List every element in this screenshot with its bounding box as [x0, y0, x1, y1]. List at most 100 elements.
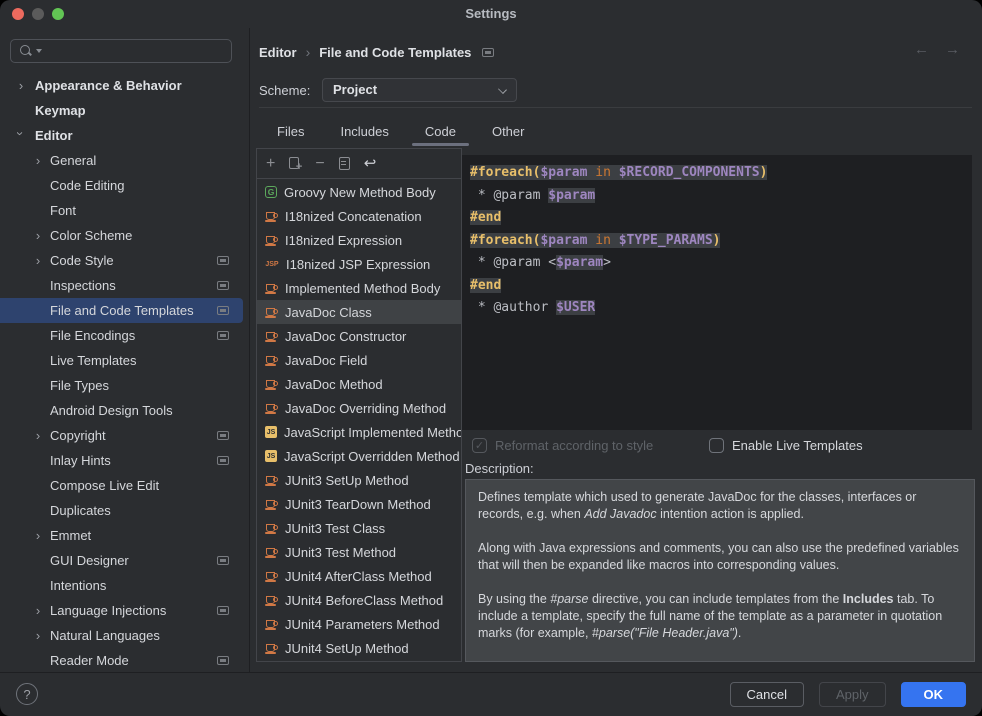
live-templates-checkbox[interactable] — [709, 438, 724, 453]
description-text: Along with Java expressions and comments… — [478, 541, 959, 572]
sidebar-item-intentions[interactable]: Intentions — [0, 573, 243, 598]
ok-button[interactable]: OK — [901, 682, 967, 707]
remove-template-icon[interactable]: − — [315, 156, 324, 172]
sidebar-item-label: GUI Designer — [0, 548, 243, 573]
close-window-button[interactable] — [12, 8, 24, 20]
reformat-option[interactable]: ✓ Reformat according to style — [472, 438, 653, 453]
sidebar-item-file-and-code-templates[interactable]: File and Code Templates — [0, 298, 243, 323]
sidebar-item-color-scheme[interactable]: ›Color Scheme — [0, 223, 243, 248]
forward-icon[interactable]: → — [945, 41, 960, 58]
sidebar-item-file-encodings[interactable]: File Encodings — [0, 323, 243, 348]
zoom-window-button[interactable] — [52, 8, 64, 20]
back-icon[interactable]: ← — [914, 41, 929, 58]
chevron-collapsed-icon[interactable]: › — [31, 223, 45, 248]
sidebar-item-reader-mode[interactable]: Reader Mode — [0, 648, 243, 672]
chevron-collapsed-icon[interactable]: › — [31, 148, 45, 173]
chevron-collapsed-icon[interactable]: › — [31, 598, 45, 623]
template-list-item-javadoc-constructor[interactable]: JavaDoc Constructor — [257, 324, 461, 348]
sidebar-item-code-style[interactable]: ›Code Style — [0, 248, 243, 273]
sidebar-item-copyright[interactable]: ›Copyright — [0, 423, 243, 448]
sidebar-item-label: Inspections — [0, 273, 243, 298]
template-code-editor[interactable]: #foreach($param in $RECORD_COMPONENTS) *… — [462, 155, 972, 430]
sidebar-item-code-editing[interactable]: Code Editing — [0, 173, 243, 198]
sidebar-item-live-templates[interactable]: Live Templates — [0, 348, 243, 373]
sidebar-item-label: Keymap — [0, 98, 243, 123]
sidebar-item-android-design-tools[interactable]: Android Design Tools — [0, 398, 243, 423]
sidebar-item-compose-live-edit[interactable]: Compose Live Edit — [0, 473, 243, 498]
template-list-item-junit3-test-class[interactable]: JUnit3 Test Class — [257, 516, 461, 540]
sidebar-item-font[interactable]: Font — [0, 198, 243, 223]
chevron-collapsed-icon[interactable]: › — [31, 248, 45, 273]
template-list-item-junit3-test-method[interactable]: JUnit3 Test Method — [257, 540, 461, 564]
copy-template-icon[interactable] — [339, 157, 350, 170]
chevron-collapsed-icon[interactable]: › — [31, 423, 45, 448]
sidebar-item-language-injections[interactable]: ›Language Injections — [0, 598, 243, 623]
sidebar-item-general[interactable]: ›General — [0, 148, 243, 173]
tab-files[interactable]: Files — [264, 119, 317, 145]
template-list-item-javadoc-method[interactable]: JavaDoc Method — [257, 372, 461, 396]
template-name: JavaDoc Constructor — [285, 329, 406, 344]
search-input[interactable] — [10, 39, 232, 63]
search-options-chevron-icon[interactable] — [36, 49, 42, 53]
groovy-file-icon: G — [265, 186, 277, 198]
tab-other[interactable]: Other — [479, 119, 538, 145]
code-token: #foreach( — [470, 165, 540, 180]
template-list-item-i18nized-jsp-expression[interactable]: JSPI18nized JSP Expression — [257, 252, 461, 276]
sidebar-item-appearance-behavior[interactable]: ›Appearance & Behavior — [0, 73, 243, 98]
java-saucer — [265, 628, 276, 630]
description-paragraph: Along with Java expressions and comments… — [478, 540, 962, 574]
code-token: $USER — [556, 300, 595, 315]
sidebar-item-file-types[interactable]: File Types — [0, 373, 243, 398]
template-list-item-javadoc-field[interactable]: JavaDoc Field — [257, 348, 461, 372]
window-title: Settings — [465, 6, 516, 21]
template-list-item-groovy-new-method-body[interactable]: GGroovy New Method Body — [257, 180, 461, 204]
sidebar-item-emmet[interactable]: ›Emmet — [0, 523, 243, 548]
template-list-item-junit4-parameters-method[interactable]: JUnit4 Parameters Method — [257, 612, 461, 636]
sidebar-item-label: Editor — [0, 123, 243, 148]
java-saucer — [265, 484, 276, 486]
chevron-collapsed-icon[interactable]: › — [31, 623, 45, 648]
template-list-item-junit3-teardown-method[interactable]: JUnit3 TearDown Method — [257, 492, 461, 516]
template-list-item-implemented-method-body[interactable]: Implemented Method Body — [257, 276, 461, 300]
sidebar-item-natural-languages[interactable]: ›Natural Languages — [0, 623, 243, 648]
sidebar-item-label: File and Code Templates — [0, 298, 243, 323]
template-name: Implemented Method Body — [285, 281, 440, 296]
sidebar-item-keymap[interactable]: Keymap — [0, 98, 243, 123]
add-template-icon[interactable]: + — [266, 156, 275, 172]
live-templates-option[interactable]: Enable Live Templates — [709, 438, 863, 453]
template-list-item-javascript-overridden-method[interactable]: JSJavaScript Overridden Method — [257, 444, 461, 468]
java-saucer — [265, 388, 276, 390]
create-child-template-icon[interactable] — [289, 157, 301, 170]
sidebar-item-gui-designer[interactable]: GUI Designer — [0, 548, 243, 573]
sidebar-item-inlay-hints[interactable]: Inlay Hints — [0, 448, 243, 473]
scheme-dropdown[interactable]: Project — [322, 78, 517, 102]
breadcrumb-editor[interactable]: Editor — [259, 45, 297, 60]
template-list-item-i18nized-concatenation[interactable]: I18nized Concatenation — [257, 204, 461, 228]
template-list-item-javadoc-class[interactable]: JavaDoc Class — [257, 300, 461, 324]
template-list-item-javascript-implemented-method[interactable]: JSJavaScript Implemented Method — [257, 420, 461, 444]
template-list-item-javadoc-overriding-method[interactable]: JavaDoc Overriding Method — [257, 396, 461, 420]
reformat-checkbox[interactable]: ✓ — [472, 438, 487, 453]
reset-template-icon[interactable]: ↩ — [364, 156, 377, 172]
sidebar-item-editor[interactable]: ›Editor — [0, 123, 243, 148]
sidebar-item-duplicates[interactable]: Duplicates — [0, 498, 243, 523]
sidebar-item-inspections[interactable]: Inspections — [0, 273, 243, 298]
project-settings-icon — [217, 281, 229, 290]
template-list-item-junit4-beforeclass-method[interactable]: JUnit4 BeforeClass Method — [257, 588, 461, 612]
apply-button[interactable]: Apply — [819, 682, 886, 707]
template-list-item-junit4-setup-method[interactable]: JUnit4 SetUp Method — [257, 636, 461, 660]
template-list-item-junit3-setup-method[interactable]: JUnit3 SetUp Method — [257, 468, 461, 492]
template-list-item-i18nized-expression[interactable]: I18nized Expression — [257, 228, 461, 252]
template-list-item-junit4-afterclass-method[interactable]: JUnit4 AfterClass Method — [257, 564, 461, 588]
tab-includes[interactable]: Includes — [327, 119, 401, 145]
minimize-window-button[interactable] — [32, 8, 44, 20]
code-line: #foreach($param in $TYPE_PARAMS) — [470, 230, 972, 253]
java-file-icon — [265, 498, 278, 511]
cancel-button[interactable]: Cancel — [730, 682, 804, 707]
java-file-icon — [265, 594, 278, 607]
chevron-expanded-icon[interactable]: › — [8, 127, 33, 141]
help-button[interactable]: ? — [16, 683, 38, 705]
chevron-collapsed-icon[interactable]: › — [14, 73, 28, 98]
chevron-collapsed-icon[interactable]: › — [31, 523, 45, 548]
tab-code[interactable]: Code — [412, 119, 469, 145]
